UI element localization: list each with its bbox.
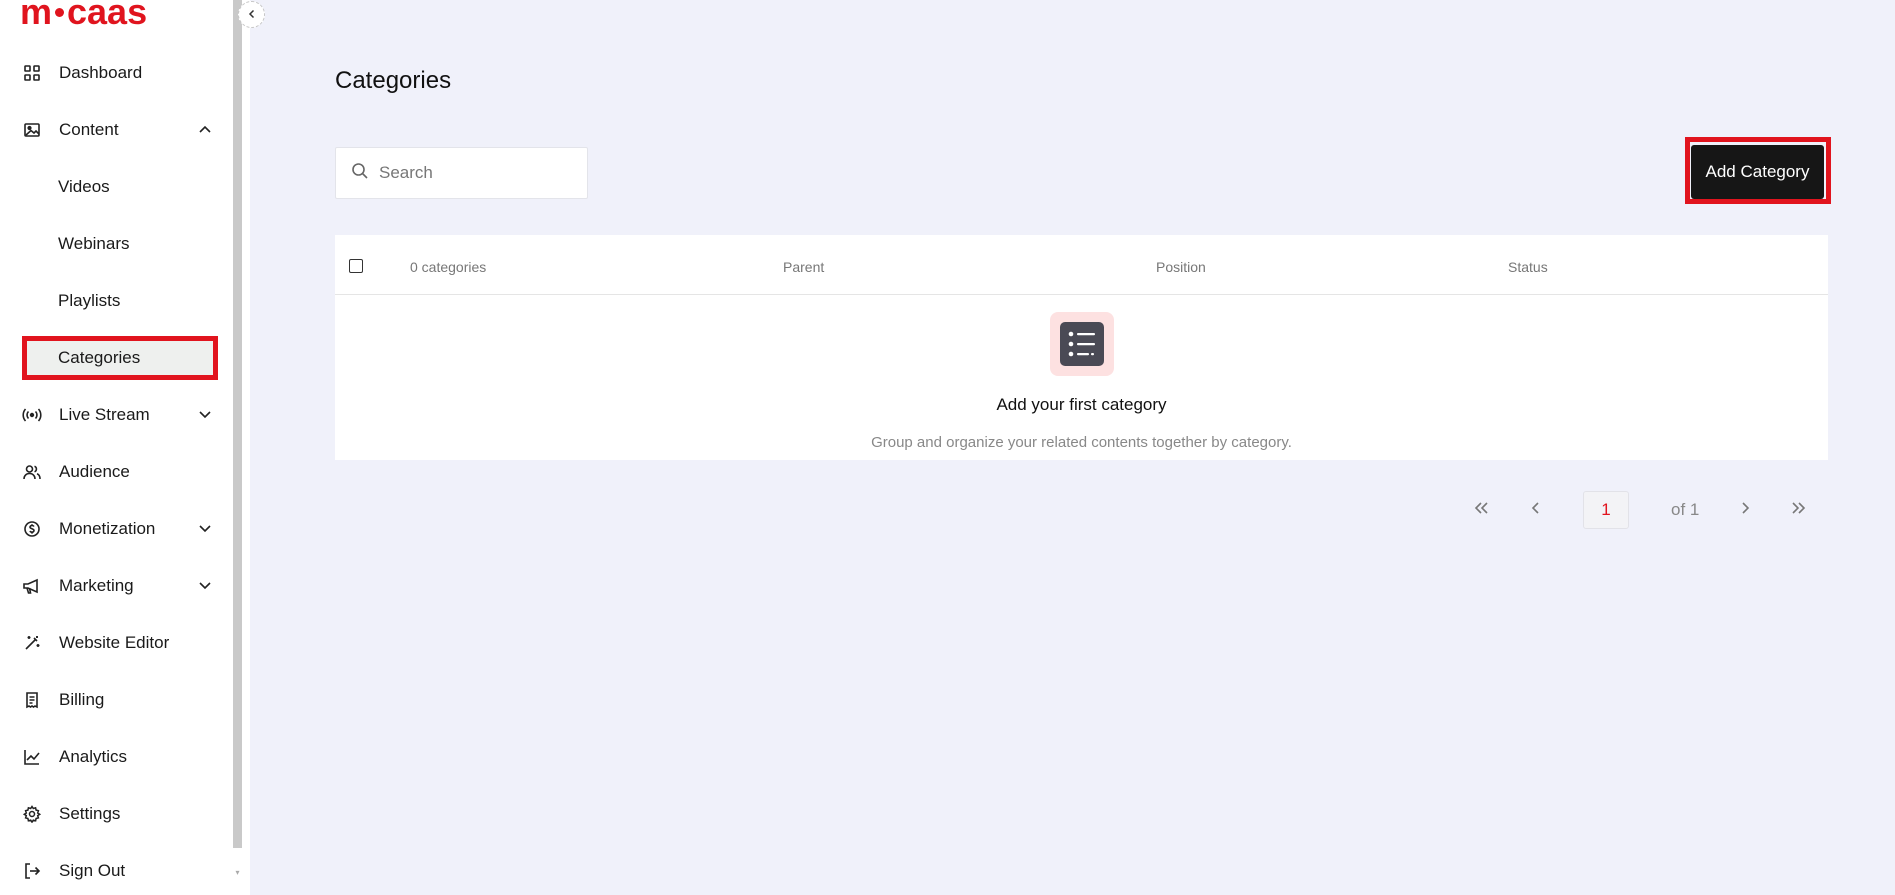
search-input[interactable] [379, 163, 579, 183]
chevron-down-icon[interactable] [198, 521, 212, 540]
magic-wand-icon [22, 633, 42, 653]
sidebar-item-analytics[interactable]: Analytics [22, 738, 222, 776]
sidebar-item-live-stream[interactable]: Live Stream [22, 396, 222, 434]
collapse-sidebar-button[interactable] [238, 1, 265, 28]
chevron-left-icon [247, 6, 257, 24]
sidebar-item-content[interactable]: Content [22, 111, 222, 149]
megaphone-icon [22, 576, 42, 596]
sidebar-item-marketing[interactable]: Marketing [22, 567, 222, 605]
broadcast-icon [22, 405, 42, 425]
grid-icon [22, 63, 42, 83]
sidebar-item-audience[interactable]: Audience [22, 453, 222, 491]
search-box[interactable] [335, 147, 588, 199]
page-title: Categories [335, 67, 452, 94]
list-icon [1050, 312, 1114, 376]
sidebar-item-label: Monetization [59, 519, 156, 538]
column-header-status[interactable]: Status [1508, 259, 1548, 275]
sidebar-item-label: Live Stream [59, 405, 150, 424]
sidebar-sub-webinars[interactable]: Webinars [58, 225, 130, 263]
add-category-button[interactable]: Add Category [1691, 145, 1824, 199]
empty-state-title: Add your first category [996, 395, 1167, 414]
last-page-button[interactable] [1779, 492, 1819, 528]
table-header: 0 categories Parent Position Status [335, 235, 1828, 295]
search-icon [351, 162, 369, 185]
sidebar-item-sign-out[interactable]: Sign Out [22, 852, 222, 890]
sidebar-item-label: Sign Out [59, 861, 126, 880]
chevron-right-icon [1740, 501, 1750, 520]
previous-page-button[interactable] [1516, 492, 1556, 528]
line-chart-icon [22, 747, 42, 767]
sidebar-item-billing[interactable]: Billing [22, 681, 222, 719]
scroll-down-arrow-icon[interactable]: ▾ [233, 868, 242, 878]
select-all-checkbox[interactable] [349, 259, 363, 273]
sidebar: m caas Dashboard Content Videos Webinars … [0, 0, 250, 895]
users-icon [22, 462, 42, 482]
next-page-button[interactable] [1725, 492, 1765, 528]
image-icon [22, 120, 42, 140]
first-page-button[interactable] [1461, 492, 1501, 528]
chevron-down-icon[interactable] [198, 578, 212, 597]
sidebar-item-label: Content [59, 120, 119, 139]
sidebar-item-label: Website Editor [59, 633, 170, 652]
column-header-position[interactable]: Position [1156, 259, 1206, 275]
sidebar-item-label: Settings [59, 804, 121, 823]
chevron-down-icon[interactable] [198, 407, 212, 426]
sidebar-item-monetization[interactable]: Monetization [22, 510, 222, 548]
brand-logo[interactable]: m caas [20, 0, 147, 30]
column-header-count: 0 categories [410, 259, 487, 275]
sidebar-sub-videos[interactable]: Videos [58, 168, 110, 206]
sidebar-sub-categories[interactable]: Categories [22, 336, 218, 380]
sidebar-item-settings[interactable]: Settings [22, 795, 222, 833]
chevron-left-icon [1531, 501, 1541, 520]
dollar-circle-icon [22, 519, 42, 539]
sidebar-item-label: Billing [59, 690, 105, 709]
sidebar-scrollbar[interactable] [233, 0, 242, 848]
sidebar-item-website-editor[interactable]: Website Editor [22, 624, 222, 662]
sidebar-item-label: Audience [59, 462, 130, 481]
gear-icon [22, 804, 42, 824]
chevron-up-icon[interactable] [198, 122, 212, 141]
current-page-number[interactable]: 1 [1583, 491, 1629, 529]
sign-out-icon [22, 861, 42, 881]
double-chevron-left-icon [1473, 501, 1489, 520]
sidebar-sub-playlists[interactable]: Playlists [58, 282, 120, 320]
sidebar-item-dashboard[interactable]: Dashboard [22, 54, 222, 92]
receipt-icon [22, 690, 42, 710]
double-chevron-right-icon [1791, 501, 1807, 520]
sidebar-item-label: Marketing [59, 576, 134, 595]
sidebar-item-label: Dashboard [59, 63, 143, 82]
column-header-parent[interactable]: Parent [783, 259, 824, 275]
empty-state-description: Group and organize your related contents… [871, 434, 1292, 451]
sidebar-item-label: Analytics [59, 747, 128, 766]
page-total: of 1 [1671, 500, 1700, 519]
categories-table: 0 categories Parent Position Status Add … [335, 235, 1828, 460]
